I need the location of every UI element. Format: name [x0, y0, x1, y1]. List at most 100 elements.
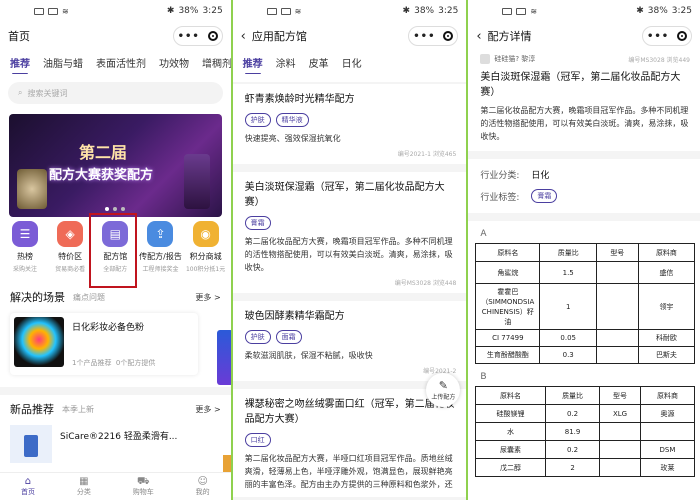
formula-title: 玻色因酵素精华霜配方: [244, 311, 345, 322]
new-more-link[interactable]: 更多 >: [195, 404, 220, 415]
detail-header: 硅硅猫? 黎淳 编号MS3028 浏览449 美白淡斑保湿霜（冠军，第二届化妆品配…: [468, 50, 700, 143]
cell: 81.9: [544, 422, 601, 441]
cell: XLG: [599, 404, 641, 423]
wifi-icon: ≋: [62, 6, 69, 16]
nav-cart[interactable]: ⛟ 购物车: [133, 476, 154, 497]
scenes-title: 解决的场景: [10, 291, 65, 304]
formula-card[interactable]: 美白淡斑保湿霜（冠军，第二届化妆品配方大赛） 膏霜 第二届化妆品配方大赛，晚霜项…: [232, 172, 467, 293]
nav-profile[interactable]: ☺ 我的: [196, 476, 210, 497]
tag-icon: ◈: [57, 221, 84, 247]
formula-tag: 精华液: [275, 113, 309, 127]
entry-hot[interactable]: ☰ 热榜 采购关注: [6, 221, 44, 273]
cell: [599, 440, 641, 459]
nav-bar: ‹ 配方详情 •••: [468, 22, 700, 50]
tab-coatings[interactable]: 涂料: [276, 55, 296, 70]
entry-label: 传配方/报告: [139, 252, 182, 261]
bluetooth-icon: ✱: [166, 6, 175, 16]
more-icon[interactable]: •••: [178, 31, 200, 42]
entry-points[interactable]: ◉ 积分商城 100积分抵1元: [186, 221, 225, 273]
mini-program-capsule[interactable]: •••: [408, 26, 459, 46]
col-header: 型号: [596, 243, 639, 262]
page-title: 配方详情: [487, 30, 532, 43]
product-name: SiCare®2216 轻盈柔滑有...: [60, 432, 178, 442]
formula-description: 第二届化妆品配方大赛，晚霜项目冠军作品。多种不同机理的活性物搭配使用，可以有效美…: [480, 106, 689, 141]
nav-label: 我的: [195, 488, 210, 496]
col-header: 质量比: [544, 386, 601, 405]
wifi-icon: ≋: [530, 6, 538, 16]
product-thumbnail: [10, 425, 52, 463]
banner-line2: 配方大赛获奖配方: [49, 168, 154, 183]
table-row: 尿囊素 0.2 DSM: [475, 440, 696, 459]
tab-leather[interactable]: 皮革: [309, 55, 329, 70]
col-header: 原料名: [475, 386, 546, 405]
formula-code: 编号MS3028 浏览449: [628, 56, 690, 64]
close-icon[interactable]: [677, 31, 688, 41]
tab-daily-chem[interactable]: 日化: [342, 55, 362, 70]
tab-recommend[interactable]: 推荐: [10, 55, 30, 74]
cell: 角鲨烷: [475, 261, 541, 284]
back-icon[interactable]: ‹: [476, 29, 481, 44]
hot-icon: ☰: [12, 221, 38, 247]
new-subtitle: 本季上新: [62, 404, 94, 414]
formula-card[interactable]: 裸瑟秘密之吻丝绒雾面口红（冠军，第二届化妆品配方大赛） 口红 第二届化妆品配方大…: [232, 389, 467, 497]
formula-detail-screen: ≋ ✱ 38% 3:25 ‹ 配方详情 ••• 硅硅猫? 黎淳 编号MS3028 浏览4…: [468, 0, 700, 500]
profile-icon: ☺: [197, 476, 208, 487]
close-icon[interactable]: [207, 31, 218, 41]
cell: [596, 261, 639, 284]
tag-label: 行业标签:: [480, 192, 520, 203]
formula-tag: 护肤: [244, 113, 271, 127]
tab-actives[interactable]: 功效物: [159, 55, 189, 70]
bluetooth-icon: ✱: [636, 6, 644, 16]
cell: 水: [475, 422, 546, 441]
nav-label: 购物车: [132, 488, 154, 496]
cell: 奥源: [639, 404, 696, 423]
cell: 领宇: [637, 283, 696, 330]
table-row: 水 81.9: [475, 422, 696, 441]
scene-card[interactable]: 日化彩妆必备色粉 1个产品推荐 0个配方提供: [10, 313, 198, 375]
points-icon: ◉: [192, 221, 219, 247]
cell: 2: [544, 458, 601, 477]
status-bar: ≋ ✱ 38% 3:25: [233, 0, 467, 22]
carousel-indicator: [0, 207, 231, 211]
cell: 生育酚醋酸酯: [475, 346, 541, 364]
battery-text: 38%: [178, 6, 199, 16]
new-product-card[interactable]: SiCare®2216 轻盈柔滑有...: [10, 425, 221, 463]
tab-recommend[interactable]: 推荐: [243, 55, 263, 74]
formula-card[interactable]: 虾青素焕龄时光精华配方 护肤 精华液 快速提亮、强效保湿抗氧化 编号2021-1 …: [232, 84, 467, 164]
close-icon[interactable]: [443, 31, 454, 41]
nav-home[interactable]: ⌂ 首页: [21, 476, 35, 497]
phase-a-table: 原料名 质量比 型号 原料商 角鲨烷 1.5 盛信 霍霍巴（SIMMONDSIA CHIN…: [475, 243, 696, 364]
tab-thickeners[interactable]: 增稠剂: [202, 55, 231, 70]
formula-title: 美白淡斑保湿霜（冠军，第二届化妆品配方大赛）: [480, 72, 681, 98]
more-icon[interactable]: •••: [647, 31, 669, 42]
cell: [596, 283, 639, 330]
formula-card[interactable]: 玻色因酵素精华霜配方 护肤 面霜 柔软滋润肌肤，保湿不粘腻，吸收快 编号2021-…: [232, 301, 467, 381]
nav-category[interactable]: ▦ 分类: [77, 476, 91, 497]
cell: 盛信: [637, 261, 696, 284]
search-icon: ⌕: [18, 88, 23, 97]
formula-meta: 编号2021-1 浏览465: [397, 151, 457, 158]
divider: [468, 151, 700, 159]
entry-special[interactable]: ◈ 特价区 贸易商必看: [51, 221, 89, 273]
time-text: 3:25: [202, 6, 223, 16]
search-input[interactable]: ⌕ 搜索关键词: [8, 82, 223, 104]
promo-banner[interactable]: 第二届 配方大赛获奖配方: [9, 114, 222, 217]
mini-program-capsule[interactable]: •••: [642, 26, 692, 46]
tab-surfactants[interactable]: 表面活性剂: [96, 55, 146, 70]
formula-tag: 护肤: [244, 330, 271, 344]
tag-value: 膏霜: [531, 189, 558, 203]
entry-label: 特价区: [58, 252, 83, 261]
scene-thumbnail: [14, 317, 64, 367]
tab-oils[interactable]: 油脂与蜡: [43, 55, 83, 70]
page-title: 应用配方馆: [251, 30, 307, 43]
cell: [599, 422, 641, 441]
next-scene-card-peek[interactable]: [217, 330, 231, 385]
more-icon[interactable]: •••: [413, 31, 435, 42]
cell: 玫莱: [639, 458, 696, 477]
status-bar: ≋ ✱ 38% 3:25: [0, 0, 231, 22]
entry-upload[interactable]: ⇪ 传配方/报告 工程师接奖金: [139, 221, 182, 273]
back-icon[interactable]: ‹: [241, 29, 246, 44]
scenes-more-link[interactable]: 更多 >: [195, 292, 220, 303]
mini-program-capsule[interactable]: •••: [172, 26, 223, 46]
table-row: 硅酸镁锂 0.2 XLG 奥源: [475, 404, 696, 423]
